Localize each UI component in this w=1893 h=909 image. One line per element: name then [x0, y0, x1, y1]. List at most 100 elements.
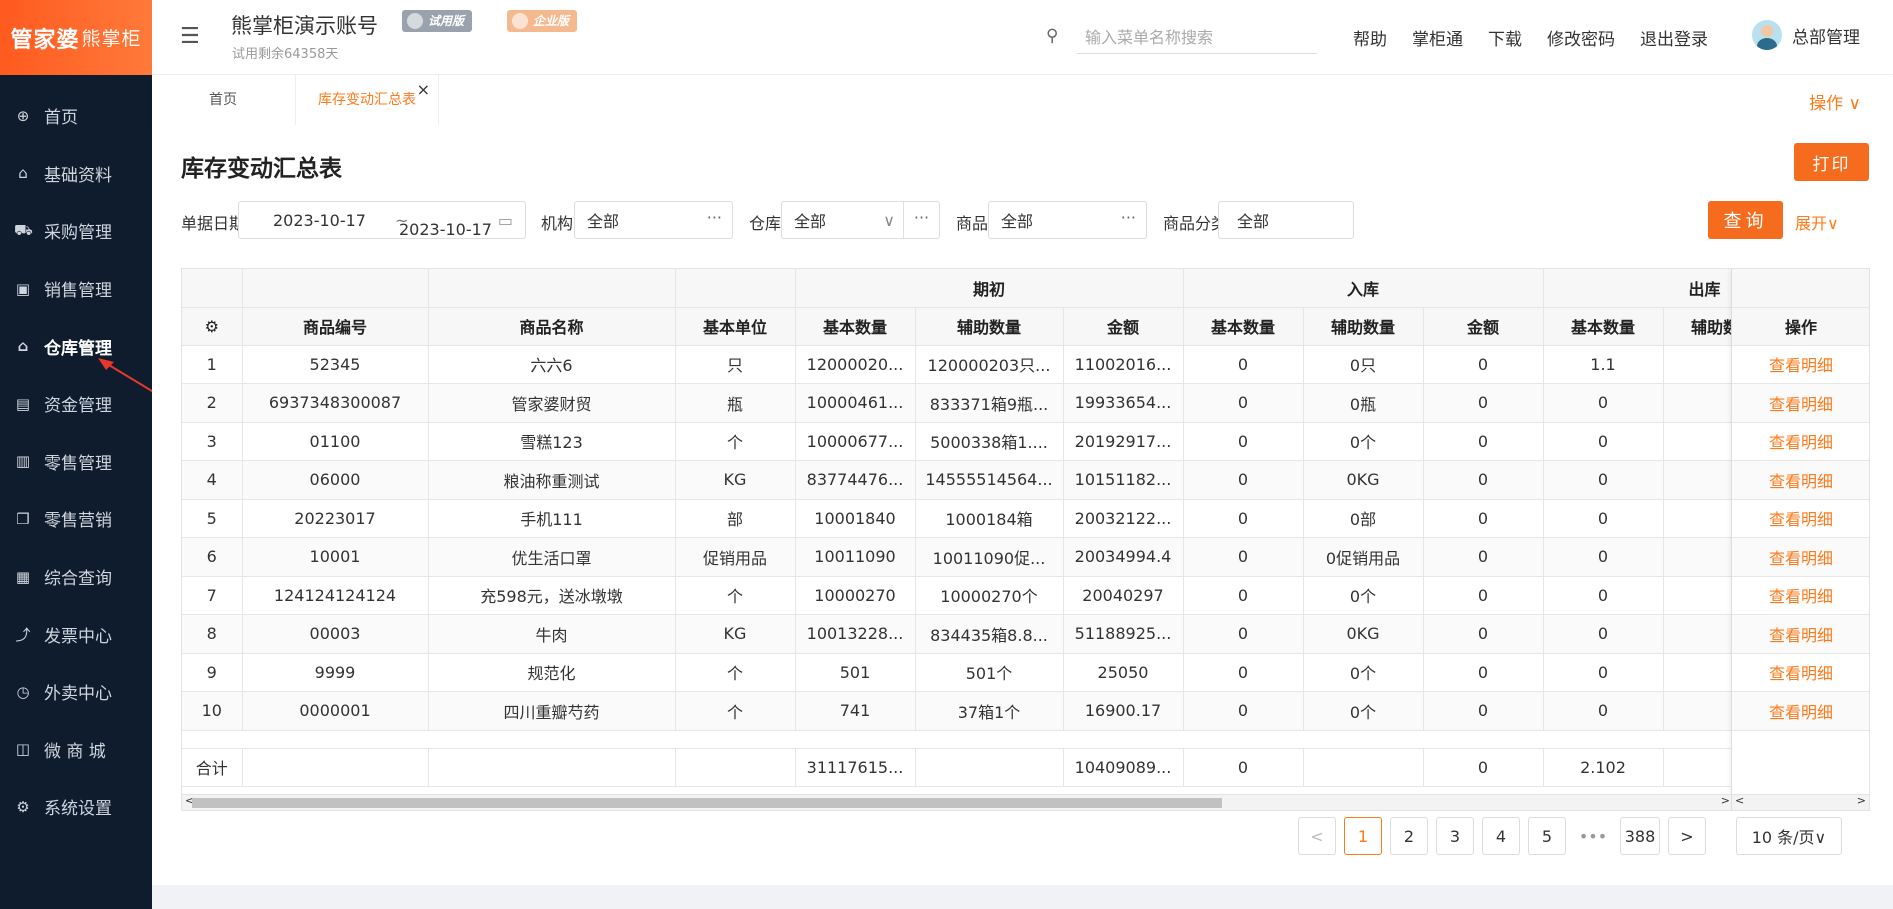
operations-row: 查看明细: [1732, 576, 1869, 615]
goods-select[interactable]: 全部 ···: [988, 201, 1147, 239]
operations-scrollbar[interactable]: < >: [1731, 794, 1869, 810]
close-icon[interactable]: ×: [417, 65, 430, 115]
prev-page-button[interactable]: <: [1298, 817, 1336, 855]
table-cell: 0: [1183, 576, 1304, 615]
page-1[interactable]: 1: [1344, 817, 1382, 855]
category-select[interactable]: 全部: [1218, 201, 1354, 239]
sidebar-item-11[interactable]: ◫ 微 商 城: [0, 721, 152, 779]
menu-toggle-icon[interactable]: ☰: [180, 24, 200, 49]
view-detail-link[interactable]: 查看明细: [1732, 576, 1869, 615]
page-2[interactable]: 2: [1390, 817, 1428, 855]
tab-home[interactable]: 首页: [152, 75, 294, 125]
scroll-right-icon[interactable]: >: [1721, 794, 1730, 807]
scroll-left-icon[interactable]: <: [1735, 794, 1744, 807]
scroll-right-icon[interactable]: >: [1857, 794, 1866, 807]
sidebar-item-2[interactable]: ⛟ 采购管理: [0, 202, 152, 260]
table-cell: 9999: [242, 653, 429, 692]
table-row: 2 6937348300087 管家婆财贸瓶 10000461... 833371箱9瓶…: [182, 383, 1784, 423]
view-detail-link[interactable]: 查看明细: [1732, 691, 1869, 731]
view-detail-link[interactable]: 查看明细: [1732, 653, 1869, 692]
table-cell: 10000270个: [915, 576, 1064, 615]
table-cell: 741: [795, 691, 916, 731]
header-blank: [1732, 269, 1869, 308]
calendar-icon[interactable]: ▭: [498, 211, 513, 230]
sidebar-item-3[interactable]: ▣ 销售管理: [0, 260, 152, 318]
user-menu[interactable]: 总部管理: [1752, 20, 1860, 50]
print-button[interactable]: 打印: [1794, 143, 1869, 181]
table-cell: 51188925...: [1063, 614, 1184, 654]
view-detail-link[interactable]: 查看明细: [1732, 460, 1869, 500]
sidebar-item-12[interactable]: ⚙ 系统设置: [0, 778, 152, 836]
more-icon[interactable]: ···: [707, 208, 722, 227]
page-size-select[interactable]: 10 条/页∨: [1736, 817, 1842, 855]
tab-operations-dropdown[interactable]: 操作 ∨: [1809, 89, 1861, 114]
table-cell: 手机111: [428, 499, 676, 538]
view-detail-link[interactable]: 查看明细: [1732, 499, 1869, 538]
account-name: 熊掌柜演示账号: [231, 14, 378, 38]
column-header: 商品编号: [242, 307, 429, 346]
operations-header: 操作: [1732, 307, 1869, 346]
table-cell: 0KG: [1303, 614, 1424, 654]
sidebar-item-0[interactable]: ⊕ 首页: [0, 87, 152, 145]
sidebar-item-10[interactable]: ◷ 外卖中心: [0, 663, 152, 721]
table-cell: 0: [1543, 537, 1664, 577]
scroll-thumb[interactable]: [192, 798, 1222, 808]
table-row: 1 52345 六六6 只 12000020... 120000203只... 110020…: [182, 345, 1784, 384]
change-password-link[interactable]: 修改密码: [1547, 25, 1615, 50]
menu-search-input[interactable]: [1077, 22, 1317, 54]
zhangguitong-link[interactable]: 掌柜通: [1412, 25, 1463, 50]
download-link[interactable]: 下载: [1488, 25, 1522, 50]
sidebar-item-6[interactable]: ▥ 零售管理: [0, 433, 152, 491]
table-cell: 规范化: [428, 653, 676, 692]
page-4[interactable]: 4: [1482, 817, 1520, 855]
sidebar-item-7[interactable]: ❒ 零售营销: [0, 490, 152, 548]
more-icon[interactable]: ···: [1121, 208, 1136, 227]
query-button[interactable]: 查询: [1708, 201, 1783, 239]
date-range-picker[interactable]: 2023-10-17 ~ 2023-10-17 ▭: [238, 201, 526, 239]
total-cell: 0: [1183, 748, 1304, 787]
logo[interactable]: 管家婆 熊掌柜: [0, 0, 152, 75]
sidebar-item-8[interactable]: ▦ 综合查询: [0, 548, 152, 606]
sidebar-item-1[interactable]: ⌂ 基础资料: [0, 145, 152, 203]
table-cell: 16900.17: [1063, 691, 1184, 731]
tab-inventory-summary[interactable]: 库存变动汇总表 ×: [295, 75, 439, 125]
sidebar-item-label: 发票中心: [44, 626, 112, 647]
table-cell: 0: [1423, 345, 1544, 384]
view-detail-link[interactable]: 查看明细: [1732, 614, 1869, 654]
page-3[interactable]: 3: [1436, 817, 1474, 855]
org-select[interactable]: 全部 ···: [574, 201, 733, 239]
expand-filters-link[interactable]: 展开∨: [1795, 210, 1839, 234]
header-blank: [675, 269, 796, 308]
sidebar-item-label: 销售管理: [44, 281, 112, 302]
table-cell: 7: [182, 576, 243, 615]
horizontal-scrollbar[interactable]: < >: [182, 794, 1733, 810]
table-cell: 14555514564...: [915, 460, 1064, 500]
logout-link[interactable]: 退出登录: [1640, 25, 1708, 50]
sidebar-item-9[interactable]: ⤴ 发票中心: [0, 605, 152, 663]
page-5[interactable]: 5: [1528, 817, 1566, 855]
column-header: 基本数量: [1183, 307, 1304, 346]
org-value: 全部: [587, 212, 620, 231]
sidebar-item-5[interactable]: ▤ 资金管理: [0, 375, 152, 433]
operations-row: 查看明细: [1732, 691, 1869, 731]
view-detail-link[interactable]: 查看明细: [1732, 345, 1869, 384]
search-icon[interactable]: ⚲: [1046, 26, 1058, 46]
table-cell: 0: [1543, 653, 1664, 692]
sidebar-item-4[interactable]: ⌂ 仓库管理: [0, 317, 152, 375]
view-detail-link[interactable]: 查看明细: [1732, 422, 1869, 461]
pagination-ellipsis[interactable]: •••: [1574, 817, 1612, 855]
warehouse-select[interactable]: 全部 ∨ ···: [781, 201, 940, 239]
table-row: 6 10001 优生活口罩 促销用品 10011090 10011090促... 20034…: [182, 537, 1784, 577]
help-link[interactable]: 帮助: [1353, 25, 1387, 50]
view-detail-link[interactable]: 查看明细: [1732, 537, 1869, 577]
chevron-down-icon: ∨: [883, 210, 895, 230]
page-last[interactable]: 388: [1620, 817, 1660, 855]
view-detail-link[interactable]: 查看明细: [1732, 383, 1869, 423]
table-cell: 20040297: [1063, 576, 1184, 615]
sidebar-item-label: 仓库管理: [44, 338, 112, 359]
column-settings-header[interactable]: ⚙: [182, 307, 243, 346]
main-area: 库存变动汇总表 打印 单据日期 2023-10-17 ~ 2023-10-17 …: [152, 125, 1893, 909]
more-icon[interactable]: ···: [903, 202, 939, 238]
tab-label: 库存变动汇总表: [318, 92, 416, 108]
next-page-button[interactable]: >: [1668, 817, 1706, 855]
